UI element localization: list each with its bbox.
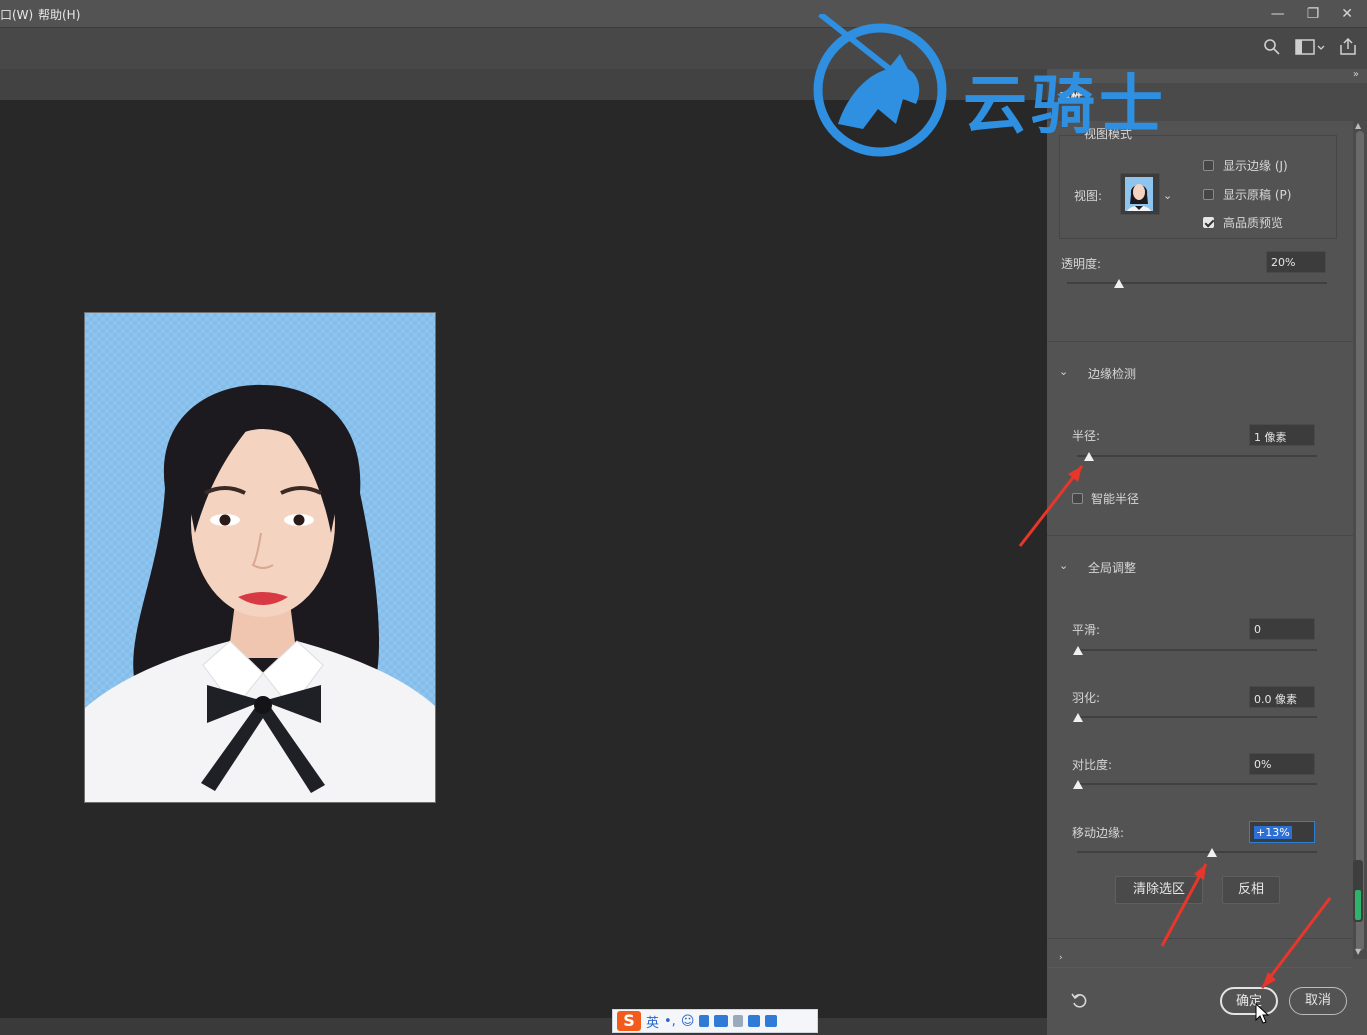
opacity-slider-thumb[interactable]: [1114, 279, 1124, 288]
footer-divider: [1047, 967, 1353, 968]
contrast-field[interactable]: 0%: [1249, 753, 1315, 775]
smart-radius-label: 智能半径: [1091, 492, 1140, 506]
keyboard-icon[interactable]: [714, 1015, 729, 1027]
share-icon[interactable]: [1339, 38, 1357, 56]
menu-window[interactable]: 口(W): [0, 6, 33, 23]
portrait-photo: [84, 312, 436, 803]
cancel-button[interactable]: 取消: [1289, 987, 1347, 1015]
ok-button[interactable]: 确定: [1220, 987, 1278, 1015]
mouse-cursor-icon: [1255, 1003, 1269, 1024]
restore-icon[interactable]: ❐: [1307, 6, 1320, 22]
scroll-down-icon[interactable]: ▼: [1355, 947, 1361, 956]
radius-label: 半径:: [1072, 429, 1101, 443]
user-icon[interactable]: [733, 1015, 744, 1027]
global-refine-chevron-icon[interactable]: ⌄: [1059, 559, 1068, 572]
menu-bar: 口(W) 帮助(H) — ❐ ✕: [0, 0, 1367, 27]
radius-field[interactable]: 1 像素: [1249, 424, 1315, 446]
section-divider: [1047, 341, 1353, 342]
edge-detection-chevron-icon[interactable]: ⌄: [1059, 365, 1068, 378]
shift-edge-field[interactable]: +13%: [1249, 821, 1315, 843]
punctuation-icon[interactable]: •,: [664, 1014, 676, 1029]
section-divider: [1047, 938, 1353, 939]
opacity-field[interactable]: 20%: [1266, 251, 1326, 273]
smooth-field[interactable]: 0: [1249, 618, 1315, 640]
contrast-slider-thumb[interactable]: [1073, 780, 1083, 789]
panel-header: [1047, 83, 1367, 121]
shift-edge-value: +13%: [1254, 826, 1292, 839]
show-original-checkbox[interactable]: [1203, 189, 1214, 200]
reset-icon[interactable]: [1071, 992, 1089, 1010]
ime-mode[interactable]: 英: [646, 1012, 659, 1031]
search-icon[interactable]: [1263, 38, 1281, 56]
global-refine-heading: 全局调整: [1088, 561, 1137, 575]
options-bar: [0, 27, 1367, 69]
show-edge-checkbox[interactable]: [1203, 160, 1214, 171]
scrollbar-thumb[interactable]: [1356, 131, 1364, 951]
clear-selection-button[interactable]: 清除选区: [1115, 876, 1203, 904]
section-divider: [1047, 535, 1353, 536]
scroll-up-icon[interactable]: ▲: [1355, 121, 1361, 130]
show-original-label: 显示原稿 (P): [1223, 188, 1292, 202]
document-tab-strip: [0, 69, 1047, 100]
smooth-label: 平滑:: [1072, 623, 1101, 637]
shift-edge-slider-thumb[interactable]: [1207, 848, 1217, 857]
high-quality-label: 高品质预览: [1223, 216, 1284, 230]
options-icons: [1263, 38, 1357, 56]
view-preview-icon: [1125, 177, 1153, 211]
invert-button[interactable]: 反相: [1222, 876, 1280, 904]
radius-slider-thumb[interactable]: [1084, 452, 1094, 461]
feather-label: 羽化:: [1072, 691, 1101, 705]
emoji-icon[interactable]: ☺: [681, 1014, 695, 1029]
level-meter: [1353, 860, 1363, 922]
minimize-icon[interactable]: —: [1271, 6, 1285, 22]
feather-slider-track[interactable]: [1077, 716, 1317, 718]
level-meter-fill: [1355, 890, 1361, 920]
opacity-label: 透明度:: [1061, 257, 1102, 271]
contrast-label: 对比度:: [1072, 758, 1113, 772]
microphone-icon[interactable]: [699, 1015, 710, 1027]
properties-panel: » 属性 ▲ ▼ 视图模式 视图: ⌄ 显示边缘 (J) 显示原稿 (P) 高品…: [1047, 69, 1367, 1035]
opacity-slider-track[interactable]: [1067, 282, 1327, 284]
edge-detection-heading: 边缘检测: [1088, 367, 1137, 381]
view-label: 视图:: [1074, 189, 1103, 203]
window-controls: — ❐ ✕: [1271, 0, 1353, 27]
chevron-down-icon[interactable]: ⌄: [1163, 189, 1172, 202]
smart-radius-checkbox[interactable]: [1072, 493, 1083, 504]
collapse-panel-icon[interactable]: »: [1353, 69, 1359, 80]
close-icon[interactable]: ✕: [1341, 6, 1353, 22]
ime-logo[interactable]: S: [617, 1011, 641, 1031]
menu-help[interactable]: 帮助(H): [38, 6, 80, 23]
skin-icon[interactable]: [748, 1015, 761, 1027]
workspace-icon[interactable]: [1295, 38, 1325, 56]
panel-title: 属性: [1059, 91, 1084, 105]
show-edge-label: 显示边缘 (J): [1223, 159, 1288, 173]
view-mode-heading: 视图模式: [1084, 127, 1133, 141]
view-thumbnail-dropdown[interactable]: [1120, 173, 1160, 215]
panel-scrollbar[interactable]: ▲ ▼: [1353, 121, 1367, 959]
shift-edge-label: 移动边缘:: [1072, 826, 1125, 840]
output-settings-chevron-icon[interactable]: ›: [1059, 953, 1063, 963]
status-bar: [0, 1018, 1047, 1035]
smooth-slider-track[interactable]: [1077, 649, 1317, 651]
feather-slider-thumb[interactable]: [1073, 713, 1083, 722]
contrast-slider-track[interactable]: [1077, 783, 1317, 785]
shift-edge-slider-track[interactable]: [1077, 851, 1317, 853]
smooth-slider-thumb[interactable]: [1073, 646, 1083, 655]
ime-toolbar: S 英 •, ☺: [612, 1009, 818, 1033]
grid-icon[interactable]: [765, 1015, 778, 1027]
feather-field[interactable]: 0.0 像素: [1249, 686, 1315, 708]
high-quality-checkbox[interactable]: [1203, 217, 1214, 228]
radius-slider-track[interactable]: [1077, 455, 1317, 457]
